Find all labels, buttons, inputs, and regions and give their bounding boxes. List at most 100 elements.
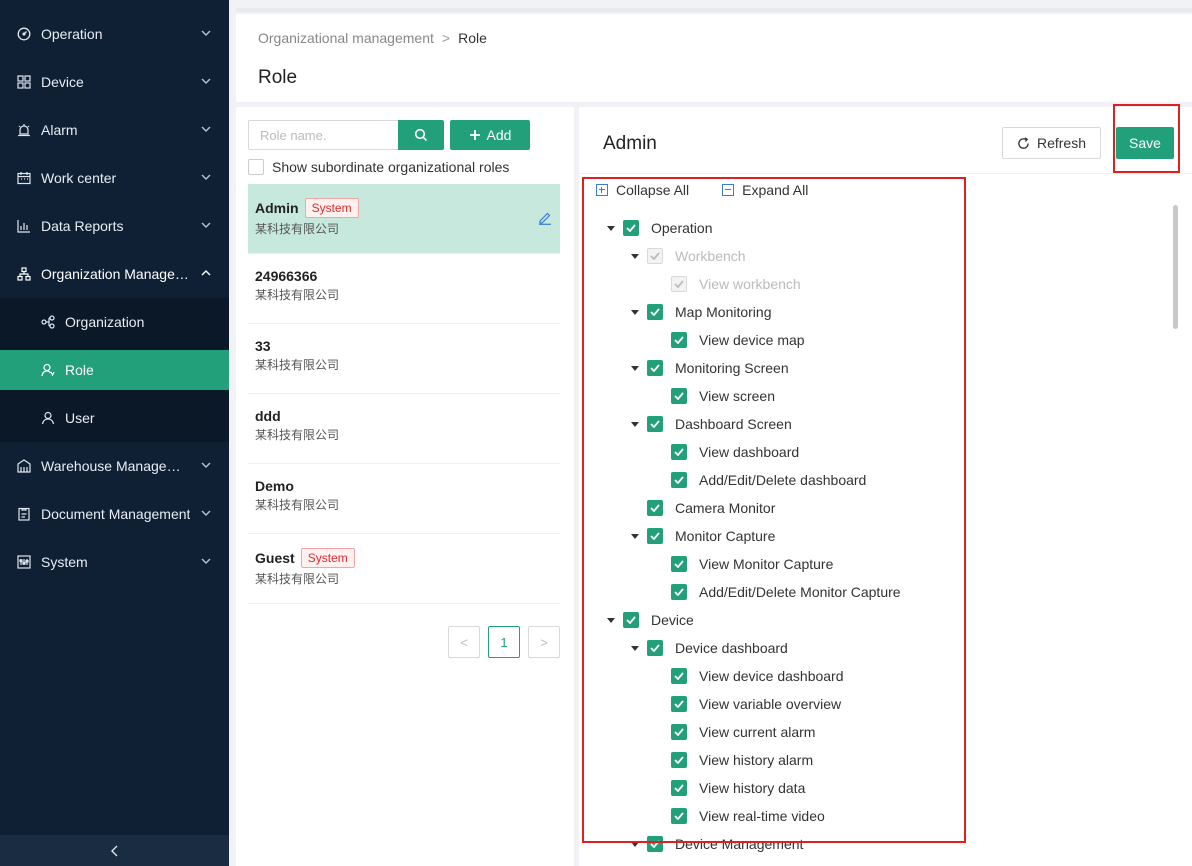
tree-node-checkbox[interactable] [647,360,663,376]
tree-node[interactable]: Dashboard Screen [631,410,792,438]
tree-node-checkbox[interactable] [647,416,663,432]
pagination-next-button[interactable]: > [528,626,560,658]
tree-node[interactable]: Device dashboard [631,634,788,662]
check-icon [674,560,684,568]
tree-node-checkbox[interactable] [671,444,687,460]
tree-node-checkbox[interactable] [647,500,663,516]
role-organization: 某科技有限公司 [255,428,340,442]
edit-pencil-icon[interactable] [538,211,552,225]
tree-node[interactable]: Camera Monitor [647,494,775,522]
tree-node-checkbox[interactable] [671,668,687,684]
tree-node-checkbox[interactable] [671,472,687,488]
tree-node-checkbox[interactable] [647,248,663,264]
role-list-item[interactable]: 24966366 某科技有限公司 [248,254,560,324]
tree-node[interactable]: View real-time video [671,802,825,830]
tree-node[interactable]: Monitoring Screen [631,354,789,382]
nav-operation[interactable]: Operation [0,10,229,58]
tree-node-checkbox[interactable] [671,752,687,768]
caret-down-icon[interactable] [631,534,639,539]
tree-node[interactable]: Device [607,606,694,634]
role-list-item[interactable]: ddd 某科技有限公司 [248,394,560,464]
tree-node[interactable]: View history data [671,774,805,802]
sidebar-collapse-button[interactable] [0,835,229,866]
caret-down-icon[interactable] [607,618,615,623]
tree-node-checkbox[interactable] [647,640,663,656]
show-subordinate-checkbox[interactable] [248,159,264,175]
tree-node-checkbox[interactable] [671,584,687,600]
tree-node-checkbox[interactable] [647,304,663,320]
nav-data-reports[interactable]: Data Reports [0,202,229,250]
caret-down-icon[interactable] [607,226,615,231]
tree-node[interactable]: Monitor Capture [631,522,775,550]
tree-node-label: Camera Monitor [675,500,776,516]
role-list-item[interactable]: 33 某科技有限公司 [248,324,560,394]
nav-system[interactable]: System [0,538,229,586]
caret-down-icon[interactable] [631,842,639,847]
check-icon [674,476,684,484]
nav-device[interactable]: Device [0,58,229,106]
tree-node-checkbox[interactable] [671,780,687,796]
tree-scrollbar[interactable] [1173,205,1178,329]
add-role-button[interactable]: Add [450,120,530,150]
save-button[interactable]: Save [1116,127,1174,159]
sub-item-organization[interactable]: Organization [0,302,229,342]
page-header: Organizational management > Role Role [236,14,1192,102]
tree-node-checkbox[interactable] [647,528,663,544]
tree-node[interactable]: View Monitor Capture [671,550,833,578]
tree-node[interactable]: Add/Edit/Delete dashboard [671,466,866,494]
search-icon [414,128,428,142]
tree-node[interactable]: View screen [671,382,775,410]
tree-node-checkbox[interactable] [671,696,687,712]
caret-down-icon[interactable] [631,646,639,651]
pagination-page-1[interactable]: 1 [488,626,520,658]
sub-item-role[interactable]: Role [0,350,229,390]
collapse-all-button[interactable]: Collapse All [596,182,689,198]
check-icon [674,448,684,456]
tree-node[interactable]: View device dashboard [671,662,844,690]
tree-node[interactable]: View workbench [671,270,801,298]
tree-node-checkbox[interactable] [647,836,663,852]
tree-node-checkbox[interactable] [671,556,687,572]
tree-node-checkbox[interactable] [671,332,687,348]
tree-node[interactable]: View current alarm [671,718,815,746]
tree-node-label: Workbench [675,248,746,264]
caret-down-icon[interactable] [631,422,639,427]
role-list-item[interactable]: Admin System 某科技有限公司 [248,184,560,254]
tree-node[interactable]: Operation [607,214,712,242]
caret-down-icon[interactable] [631,366,639,371]
role-list-item[interactable]: Demo 某科技有限公司 [248,464,560,534]
tree-node[interactable]: Device Management [631,830,803,858]
pagination-prev-button[interactable]: < [448,626,480,658]
show-subordinate-toggle[interactable]: Show subordinate organizational roles [248,159,509,175]
tree-node-checkbox[interactable] [671,276,687,292]
caret-down-icon[interactable] [631,254,639,259]
sub-item-user[interactable]: User [0,398,229,438]
check-icon [650,532,660,540]
breadcrumb-parent[interactable]: Organizational management [258,30,434,46]
tree-node[interactable]: Workbench [631,242,746,270]
nav-organization-management[interactable]: Organization Manageme... [0,250,229,298]
tree-node-checkbox[interactable] [671,388,687,404]
tree-node[interactable]: View variable overview [671,690,841,718]
permission-tree: Operation Workbench View workbench Map Moni… [579,214,1169,866]
nav-work-center[interactable]: Work center [0,154,229,202]
nav-alarm[interactable]: Alarm [0,106,229,154]
role-search-input[interactable]: Role name. [248,120,398,150]
nav-warehouse-management[interactable]: Warehouse Manageme... [0,442,229,490]
tree-node[interactable]: View history alarm [671,746,813,774]
tree-node-checkbox[interactable] [671,808,687,824]
tree-node[interactable]: View device map [671,326,805,354]
tree-node[interactable]: Add/Edit/Delete Monitor Capture [671,578,901,606]
tree-node-checkbox[interactable] [671,724,687,740]
caret-down-icon[interactable] [631,310,639,315]
expand-all-button[interactable]: Expand All [722,182,808,198]
nav-document-management[interactable]: Document Management [0,490,229,538]
refresh-button[interactable]: Refresh [1002,127,1101,159]
tree-node-checkbox[interactable] [623,220,639,236]
role-list-item[interactable]: Guest System 某科技有限公司 [248,534,560,604]
check-icon [650,252,660,260]
tree-node-checkbox[interactable] [623,612,639,628]
search-button[interactable] [398,120,444,150]
tree-node[interactable]: View dashboard [671,438,799,466]
tree-node[interactable]: Map Monitoring [631,298,772,326]
